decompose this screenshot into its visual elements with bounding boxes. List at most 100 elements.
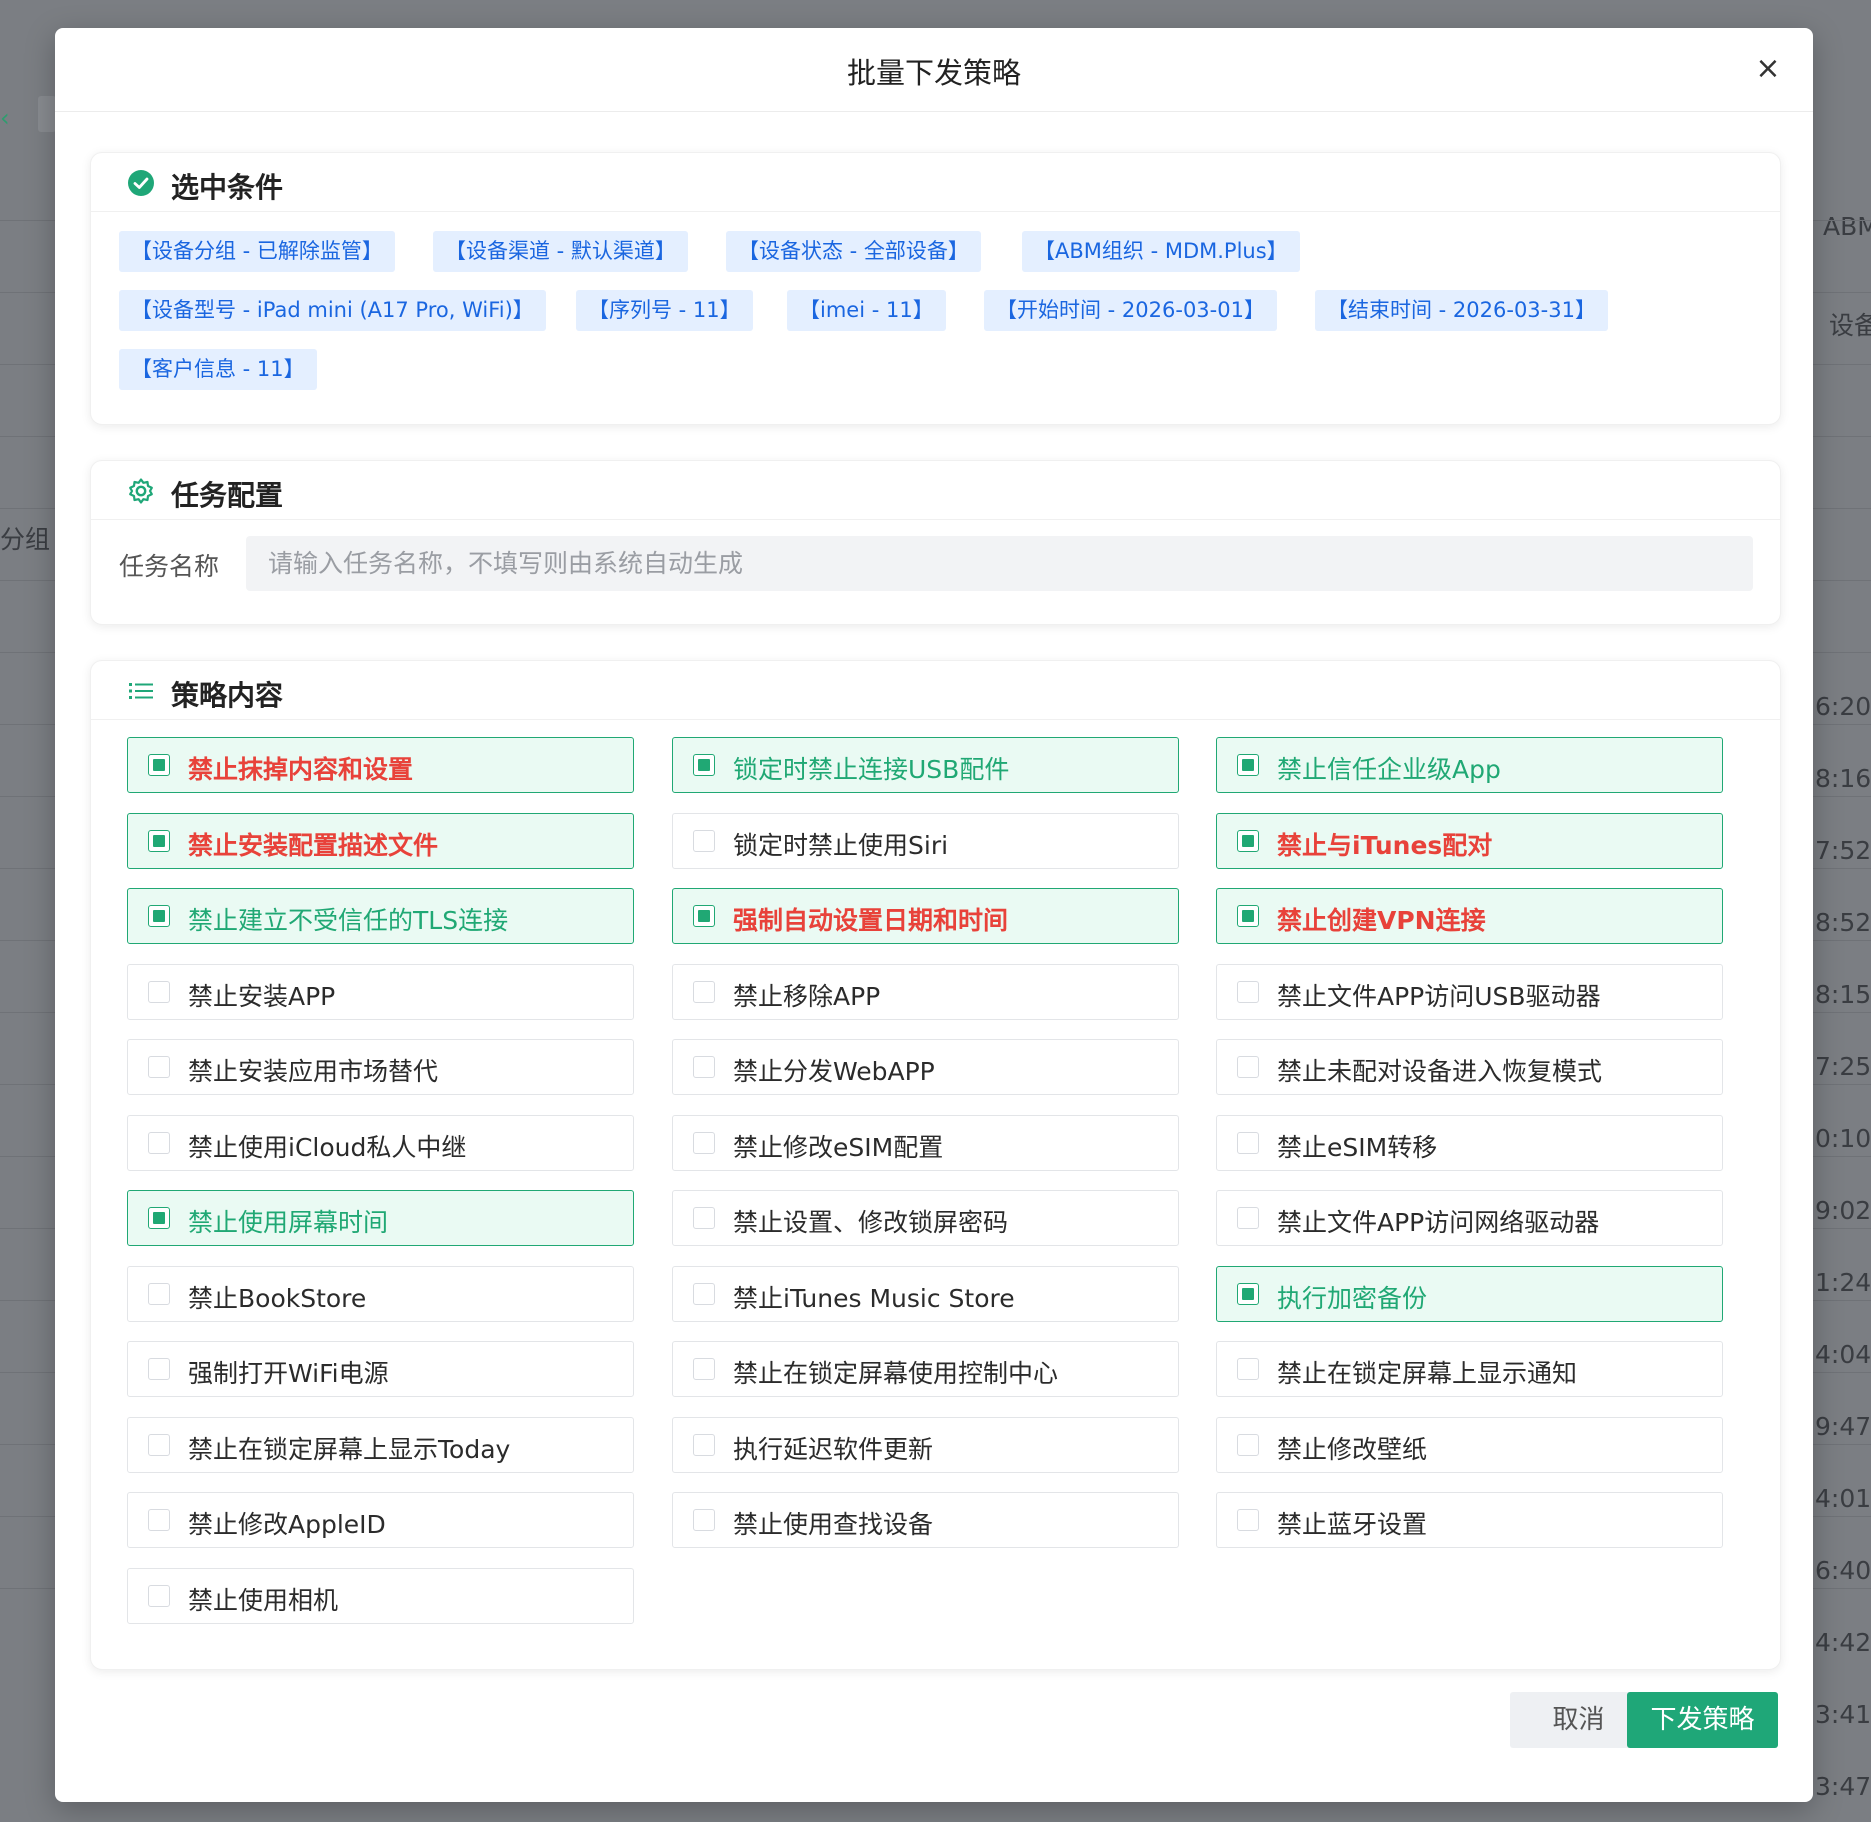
policy-checkbox[interactable] (693, 1282, 715, 1305)
policy-checkbox[interactable] (693, 1433, 715, 1456)
submit-policy-button[interactable]: 下发策略 (1627, 1692, 1778, 1748)
policy-checkbox[interactable] (1237, 829, 1259, 852)
policy-option[interactable]: 强制自动设置日期和时间 (672, 888, 1179, 944)
policy-label: 禁止BookStore (188, 1283, 367, 1313)
policy-checkbox[interactable] (693, 1056, 715, 1078)
policy-checkbox[interactable] (1237, 754, 1259, 776)
policy-checkbox[interactable] (148, 980, 170, 1003)
policy-checkbox[interactable] (1237, 1207, 1259, 1229)
policy-option[interactable]: 禁止创建VPN连接 (1216, 888, 1723, 944)
check-circle-icon (128, 170, 154, 196)
dialog-title: 批量下发策略 (846, 56, 1021, 90)
policy-option[interactable]: 禁止蓝牙设置 (1216, 1492, 1723, 1548)
policy-checkbox[interactable] (693, 1131, 715, 1154)
policy-checkbox[interactable] (1237, 1358, 1259, 1380)
condition-tag: 【imei - 11】 (787, 290, 946, 331)
policy-checkbox[interactable] (148, 1509, 170, 1531)
policy-option[interactable]: 禁止使用屏幕时间 (127, 1190, 634, 1246)
policy-checkbox[interactable] (693, 980, 715, 1003)
policy-option[interactable]: 禁止与iTunes配对 (1216, 812, 1723, 869)
policy-checkbox[interactable] (148, 1207, 170, 1229)
policy-option[interactable]: 禁止安装配置描述文件 (127, 812, 634, 869)
policy-label: 禁止安装配置描述文件 (188, 830, 439, 860)
condition-tag: 【设备分组 - 已解除监管】 (119, 231, 395, 272)
policy-option[interactable]: 禁止使用查找设备 (672, 1492, 1179, 1548)
policy-checkbox[interactable] (693, 905, 715, 927)
policy-checkbox[interactable] (148, 1433, 170, 1456)
policy-option[interactable]: 禁止在锁定屏幕上显示Today (127, 1416, 634, 1473)
policy-checkbox[interactable] (1237, 980, 1259, 1003)
policy-label: 禁止eSIM转移 (1277, 1132, 1438, 1162)
policy-option[interactable]: 禁止抹掉内容和设置 (127, 737, 634, 793)
policy-checkbox[interactable] (148, 1282, 170, 1305)
policy-option[interactable]: 禁止BookStore (127, 1265, 634, 1322)
policy-checkbox[interactable] (1237, 1509, 1259, 1531)
policy-checkbox[interactable] (148, 1358, 170, 1380)
policy-label: 禁止与iTunes配对 (1277, 830, 1493, 860)
policy-option[interactable]: 锁定时禁止连接USB配件 (672, 737, 1179, 793)
policy-checkbox[interactable] (1237, 1056, 1259, 1078)
policy-checkbox[interactable] (148, 1584, 170, 1607)
policy-option[interactable]: 禁止安装APP (127, 963, 634, 1020)
policy-label: 禁止修改eSIM配置 (733, 1132, 944, 1162)
policy-checkbox[interactable] (693, 1509, 715, 1531)
policy-option[interactable]: 禁止eSIM转移 (1216, 1114, 1723, 1171)
policy-checkbox[interactable] (148, 1056, 170, 1078)
background-text: 7:52 (1815, 836, 1871, 865)
policy-checkbox[interactable] (693, 829, 715, 852)
policy-option[interactable]: 禁止使用相机 (127, 1567, 634, 1624)
policy-checkbox[interactable] (1237, 1433, 1259, 1456)
policy-checkbox[interactable] (693, 1207, 715, 1229)
policy-label: 强制打开WiFi电源 (188, 1359, 389, 1388)
policy-label: 禁止iTunes Music Store (733, 1283, 1015, 1313)
task-config-title: 任务配置 (171, 479, 284, 512)
task-name-input[interactable] (246, 536, 1753, 591)
policy-checkbox[interactable] (693, 754, 715, 776)
policy-checkbox[interactable] (1237, 1131, 1259, 1154)
background-text: 6:20 (1815, 692, 1871, 721)
policy-option[interactable]: 禁止使用iCloud私人中继 (127, 1114, 634, 1171)
policy-label: 禁止使用屏幕时间 (188, 1208, 389, 1237)
policy-option[interactable]: 锁定时禁止使用Siri (672, 812, 1179, 869)
conditions-title: 选中条件 (171, 171, 284, 204)
policy-checkbox[interactable] (148, 829, 170, 852)
policy-option[interactable]: 禁止修改eSIM配置 (672, 1114, 1179, 1171)
task-config-card-header: 任务配置 (91, 461, 1780, 520)
policy-option[interactable]: 禁止设置、修改锁屏密码 (672, 1190, 1179, 1246)
task-config-card: 任务配置 任务名称 (90, 460, 1781, 625)
policy-label: 禁止使用查找设备 (733, 1510, 934, 1539)
policy-option[interactable]: 禁止修改壁纸 (1216, 1416, 1723, 1473)
policy-label: 禁止建立不受信任的TLS连接 (188, 906, 509, 935)
policy-checkbox[interactable] (693, 1358, 715, 1380)
policy-option[interactable]: 禁止未配对设备进入恢复模式 (1216, 1039, 1723, 1095)
list-icon (129, 683, 153, 699)
condition-tag: 【设备渠道 - 默认渠道】 (433, 231, 688, 272)
policy-option[interactable]: 禁止建立不受信任的TLS连接 (127, 888, 634, 944)
policy-checkbox[interactable] (148, 754, 170, 776)
policy-option[interactable]: 禁止移除APP (672, 963, 1179, 1020)
policy-option[interactable]: 禁止在锁定屏幕使用控制中心 (672, 1341, 1179, 1397)
policy-checkbox[interactable] (1237, 1282, 1259, 1305)
policy-option[interactable]: 执行加密备份 (1216, 1265, 1723, 1322)
policy-option[interactable]: 强制打开WiFi电源 (127, 1341, 634, 1397)
close-icon[interactable]: × (1753, 54, 1783, 84)
policy-label: 禁止蓝牙设置 (1277, 1510, 1428, 1539)
policy-option[interactable]: 禁止信任企业级App (1216, 737, 1723, 793)
policy-label: 禁止使用相机 (188, 1585, 339, 1615)
policy-option[interactable]: 禁止iTunes Music Store (672, 1265, 1179, 1322)
policy-label: 禁止安装应用市场替代 (188, 1057, 439, 1086)
background-text: 6:40 (1815, 1556, 1871, 1585)
policy-option[interactable]: 禁止文件APP访问网络驱动器 (1216, 1190, 1723, 1246)
policy-option[interactable]: 禁止安装应用市场替代 (127, 1039, 634, 1095)
policy-checkbox[interactable] (148, 905, 170, 927)
policy-checkbox[interactable] (1237, 905, 1259, 927)
policy-option[interactable]: 禁止在锁定屏幕上显示通知 (1216, 1341, 1723, 1397)
policy-option[interactable]: 禁止文件APP访问USB驱动器 (1216, 963, 1723, 1020)
policy-option[interactable]: 禁止修改AppleID (127, 1492, 634, 1548)
policy-option[interactable]: 执行延迟软件更新 (672, 1416, 1179, 1473)
policy-option[interactable]: 禁止分发WebAPP (672, 1039, 1179, 1095)
conditions-card-header: 选中条件 (91, 153, 1780, 212)
condition-tag: 【开始时间 - 2026-03-01】 (984, 290, 1277, 331)
policy-checkbox[interactable] (148, 1131, 170, 1154)
policy-label: 禁止安装APP (188, 981, 336, 1011)
